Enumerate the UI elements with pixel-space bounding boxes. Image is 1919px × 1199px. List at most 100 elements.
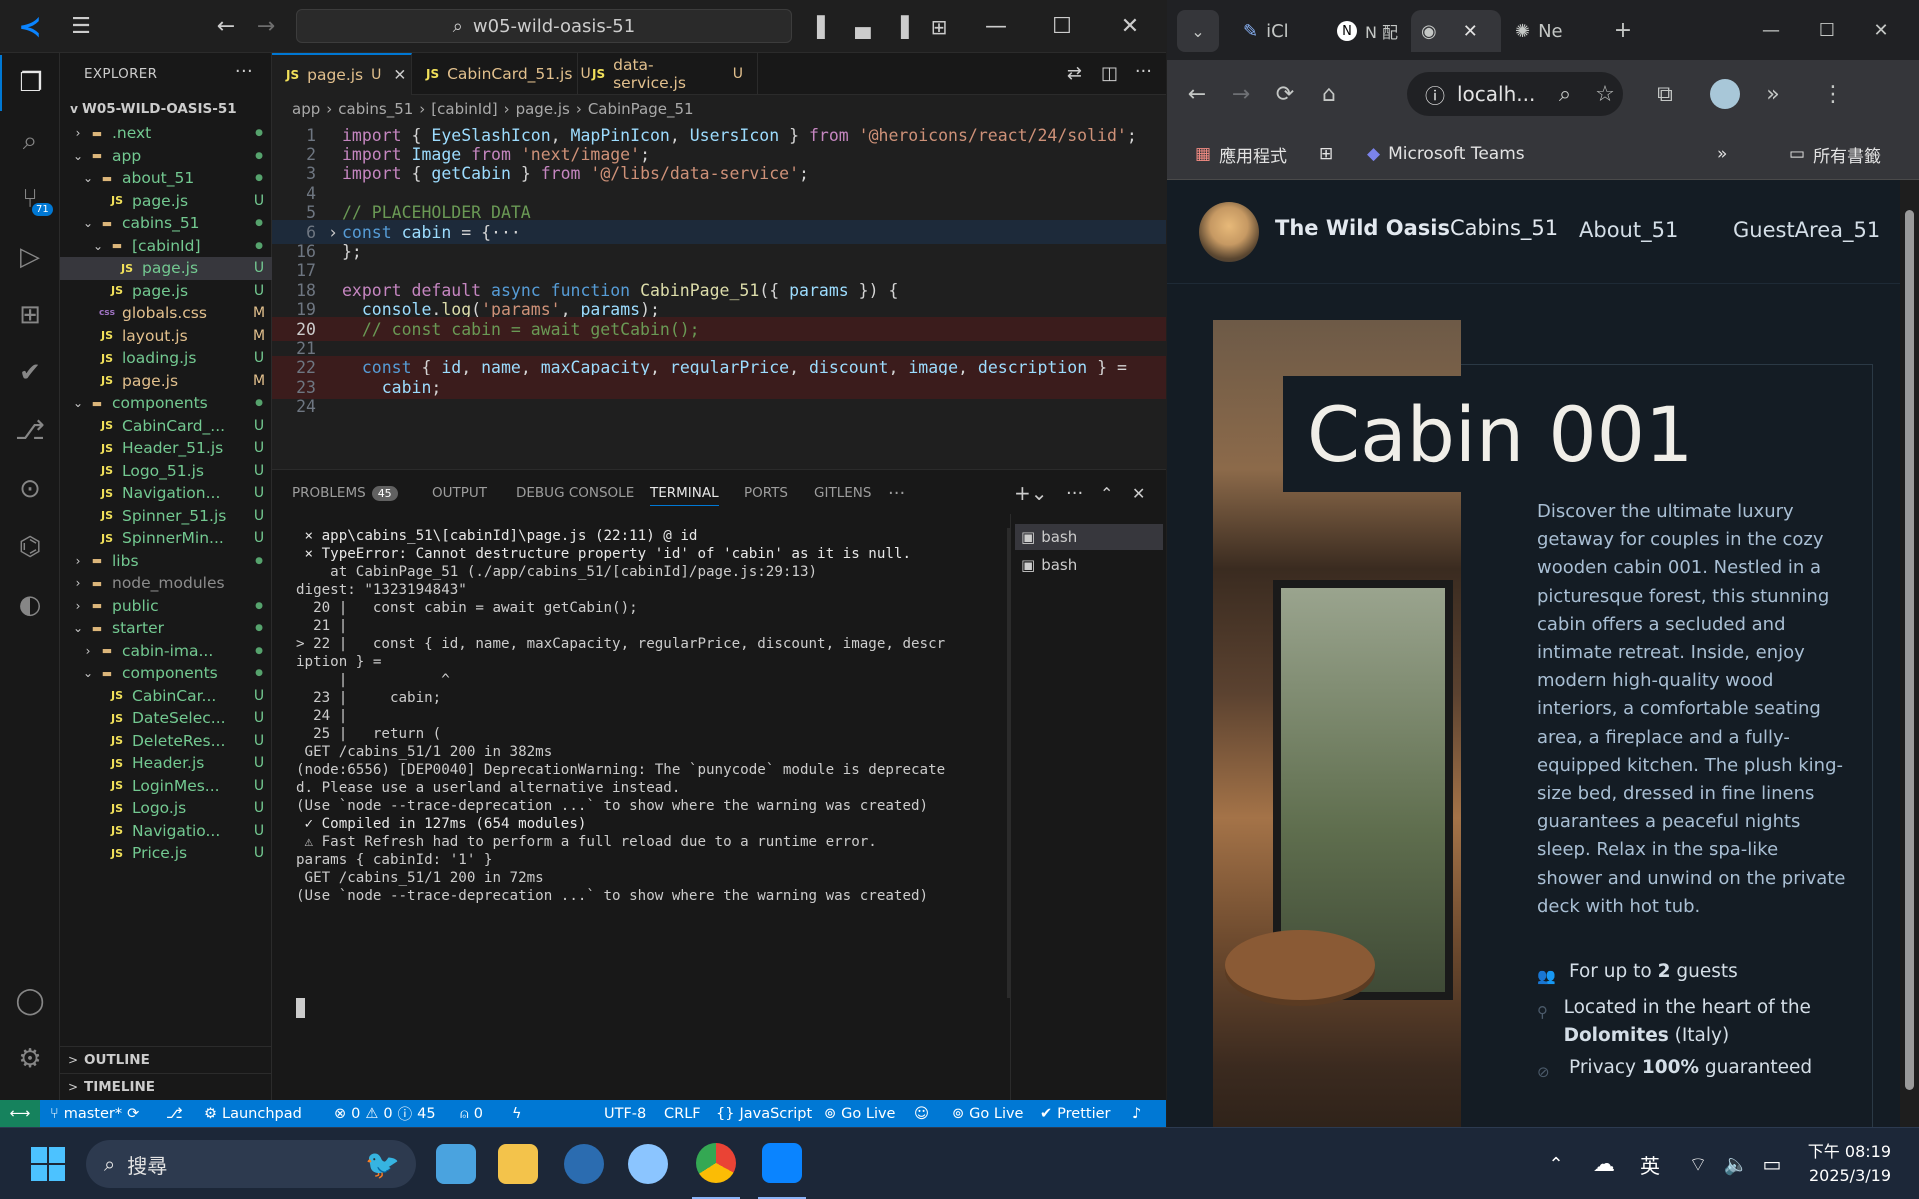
git-branch[interactable]: ⑂ master* ⟳: [50, 1100, 139, 1127]
browser-tab-2[interactable]: NN 配: [1327, 10, 1417, 52]
notepad-app[interactable]: [432, 1128, 480, 1199]
tab-terminal[interactable]: TERMINAL: [650, 480, 719, 506]
maximize-icon[interactable]: ☐: [1807, 0, 1847, 60]
taskbar-search[interactable]: ⌕ 搜尋 🐦: [86, 1140, 416, 1188]
tab-output[interactable]: OUTPUT: [432, 480, 487, 506]
browser-tab-1[interactable]: ✎ iCl: [1233, 10, 1325, 52]
tree-item[interactable]: JS page.js U: [60, 280, 272, 303]
close-tab-icon[interactable]: ✕: [393, 66, 406, 84]
tree-item[interactable]: JS Logo.js U: [60, 797, 272, 820]
tree-item[interactable]: ⌄ ▬ app ●: [60, 145, 272, 168]
speaker-muted-icon[interactable]: 🔈: [1718, 1128, 1754, 1199]
minimize-icon[interactable]: —: [974, 0, 1018, 53]
testing-icon[interactable]: ✔: [0, 345, 60, 401]
tab-debug-console[interactable]: DEBUG CONSOLE: [516, 480, 634, 506]
tree-item[interactable]: › ▬ node_modules: [60, 572, 272, 595]
vscode-app[interactable]: [758, 1128, 806, 1199]
editor-more-icon[interactable]: ···: [1135, 61, 1152, 82]
ime-indicator[interactable]: 英: [1632, 1128, 1668, 1199]
language-mode[interactable]: {} JavaScript: [716, 1100, 812, 1127]
panel-more-icon[interactable]: ···: [888, 480, 905, 506]
bookmark-teams[interactable]: ◆ Microsoft Teams: [1367, 128, 1525, 180]
site-info-icon[interactable]: ⓘ: [1425, 80, 1445, 109]
run-debug-icon[interactable]: ▷: [0, 229, 60, 285]
terminal-more-icon[interactable]: ···: [1066, 480, 1083, 506]
tree-item[interactable]: JS page.js U: [60, 257, 272, 280]
page-scrollbar[interactable]: [1900, 180, 1919, 1127]
close-tab-icon[interactable]: ✕: [1463, 21, 1478, 42]
paint-app[interactable]: [624, 1128, 672, 1199]
live-share-icon[interactable]: ◐: [0, 577, 60, 633]
tree-item[interactable]: JS Spinner_51.js U: [60, 505, 272, 528]
copilot-icon[interactable]: ☺: [914, 1100, 929, 1127]
tab-problems[interactable]: PROBLEMS 45: [292, 480, 398, 506]
tab-data-service-js[interactable]: JS data-service.js U: [578, 53, 758, 95]
start-button[interactable]: [24, 1128, 72, 1199]
nav-link-cabins[interactable]: Cabins_51: [1450, 216, 1558, 240]
command-center-search[interactable]: ⌕ w05-wild-oasis-51: [296, 9, 792, 43]
site-brand[interactable]: The Wild OasisCabins_51: [1275, 216, 1558, 240]
outline-section[interactable]: > OUTLINE: [60, 1046, 272, 1073]
tree-item[interactable]: JS SpinnerMin... U: [60, 527, 272, 550]
chrome-app[interactable]: [692, 1128, 740, 1199]
scrollbar-thumb[interactable]: [1905, 210, 1914, 1090]
tab-gitlens[interactable]: GITLENS: [814, 480, 871, 506]
toggle-sidebar-icon[interactable]: ▌: [808, 0, 842, 53]
eol-indicator[interactable]: CRLF: [664, 1100, 701, 1127]
tree-item[interactable]: JS Price.js U: [60, 842, 272, 865]
git-graph-icon[interactable]: ⎇: [166, 1100, 183, 1127]
tree-item[interactable]: ⌄ ▬ cabins_51 ●: [60, 212, 272, 235]
tree-item[interactable]: JS Logo_51.js U: [60, 460, 272, 483]
tree-item[interactable]: JS Navigation... U: [60, 482, 272, 505]
profile-avatar[interactable]: [1703, 60, 1747, 128]
reload-icon[interactable]: ⟳: [1263, 60, 1307, 128]
breadcrumb-item[interactable]: CabinPage_51: [588, 100, 694, 118]
tree-item[interactable]: › ▬ cabin-ima... ●: [60, 640, 272, 663]
remote-indicator-icon[interactable]: ⟷: [0, 1100, 40, 1127]
tab-search-icon[interactable]: ⌄: [1177, 10, 1219, 52]
breadcrumb-item[interactable]: [cabinId]: [431, 100, 497, 118]
zoom-icon[interactable]: ⌕: [1545, 60, 1585, 128]
terminal-item-bash-1[interactable]: ▣ bash: [1015, 524, 1163, 550]
tree-item[interactable]: › ▬ .next ●: [60, 122, 272, 145]
back-arrow-icon[interactable]: ←: [208, 0, 244, 53]
onedrive-icon[interactable]: ☁: [1584, 1128, 1624, 1199]
file-explorer-app[interactable]: [494, 1128, 542, 1199]
account-icon[interactable]: ◯: [0, 973, 60, 1029]
extensions-icon[interactable]: ⊞: [0, 287, 60, 343]
explorer-icon[interactable]: ❐: [0, 55, 60, 111]
battery-icon[interactable]: ▭: [1754, 1128, 1790, 1199]
encoding-indicator[interactable]: UTF-8: [604, 1100, 646, 1127]
project-root[interactable]: v W05-WILD-OASIS-51: [60, 95, 272, 122]
close-panel-icon[interactable]: ✕: [1132, 480, 1145, 506]
tree-item[interactable]: ⌄ ▬ components ●: [60, 392, 272, 415]
browser-tab-active[interactable]: ◉ ✕: [1411, 10, 1501, 52]
timeline-section[interactable]: > TIMELINE: [60, 1073, 272, 1100]
extensions-puzzle-icon[interactable]: ⧉: [1643, 60, 1687, 128]
tree-item[interactable]: JS Header.js U: [60, 752, 272, 775]
close-window-icon[interactable]: ✕: [1861, 0, 1901, 60]
more-extensions-icon[interactable]: »: [1753, 60, 1793, 128]
tree-item[interactable]: css globals.css M: [60, 302, 272, 325]
tree-item[interactable]: JS layout.js M: [60, 325, 272, 348]
breadcrumb-item[interactable]: app: [292, 100, 320, 118]
new-tab-icon[interactable]: +: [1603, 0, 1643, 60]
maximize-panel-icon[interactable]: ⌃: [1100, 480, 1113, 506]
gitlens-icon[interactable]: ⎇: [0, 403, 60, 459]
breadcrumb-item[interactable]: cabins_51: [338, 100, 413, 118]
menu-icon[interactable]: ☰: [60, 0, 102, 53]
tree-item[interactable]: ⌄ ▬ [cabinId] ●: [60, 235, 272, 258]
lightning-icon[interactable]: ϟ: [512, 1100, 522, 1127]
source-control-icon[interactable]: ⑂ 71: [0, 171, 60, 227]
tree-item[interactable]: › ▬ public ●: [60, 595, 272, 618]
bookmark-apps[interactable]: ▦ 應用程式: [1195, 128, 1287, 180]
more-bookmarks-icon[interactable]: »: [1717, 128, 1727, 180]
app-w[interactable]: [560, 1128, 608, 1199]
bookmark-star-icon[interactable]: ☆: [1585, 60, 1625, 128]
bookmark-grid[interactable]: ⊞: [1319, 128, 1333, 180]
tree-item[interactable]: ⌄ ▬ components ●: [60, 662, 272, 685]
settings-gear-icon[interactable]: ⚙: [0, 1031, 60, 1087]
forward-arrow-icon[interactable]: →: [248, 0, 284, 53]
nav-link-about[interactable]: About_51: [1579, 218, 1678, 242]
tree-item[interactable]: JS DeleteRes... U: [60, 730, 272, 753]
